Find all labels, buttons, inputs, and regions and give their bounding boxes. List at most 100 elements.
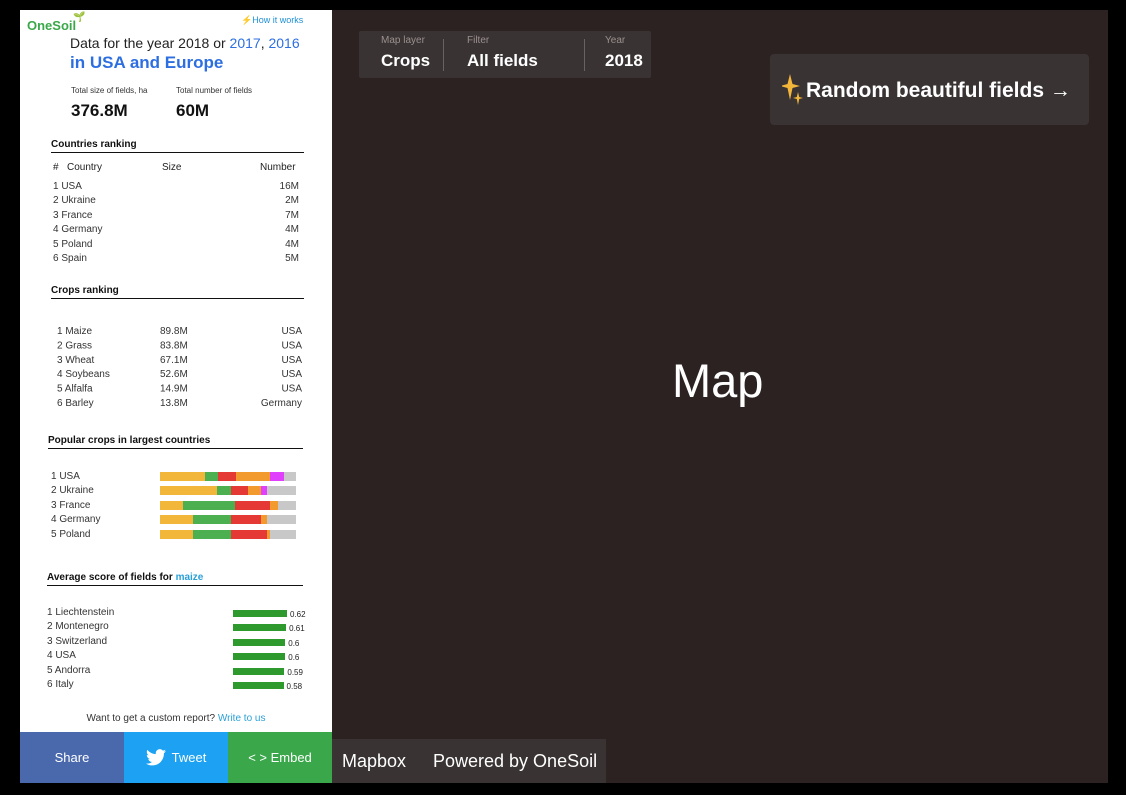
- subheadline: in USA and Europe: [70, 53, 224, 72]
- year-2016-link[interactable]: 2016: [268, 35, 299, 51]
- onesoil-logo[interactable]: OneSoil 🌱: [27, 12, 85, 33]
- sidebar: OneSoil 🌱 ⚡How it works Data for the yea…: [20, 10, 332, 783]
- total-size-label: Total size of fields, ha: [71, 86, 148, 95]
- country-name: 1 USA: [53, 181, 82, 192]
- crop-share-bar: [160, 486, 296, 496]
- total-count-label: Total number of fields: [176, 86, 253, 95]
- crop-share-bar: [160, 472, 296, 481]
- list-item[interactable]: 4 USA: [47, 650, 247, 664]
- list-item[interactable]: 3 Switzerland: [47, 636, 247, 650]
- year-caption: Year: [605, 35, 626, 46]
- country-name: 2 Montenegro: [47, 621, 109, 633]
- average-score-crop-link[interactable]: maize: [176, 572, 204, 583]
- score-bar: [233, 610, 287, 617]
- sparkle-icon: [782, 74, 803, 105]
- list-item[interactable]: 6 Italy: [47, 679, 247, 693]
- score-bar: [233, 638, 286, 646]
- country-name: 4 USA: [47, 650, 76, 662]
- random-fields-label: Random beautiful fields →: [806, 79, 1071, 103]
- country-name: 5 Andorra: [47, 664, 91, 676]
- year-selector[interactable]: Year 2018: [585, 31, 651, 78]
- crop-name: 4 Soybeans: [57, 369, 110, 381]
- table-row[interactable]: 4 Germany 4M: [53, 224, 299, 238]
- table-row[interactable]: 4 Soybeans 52.6M USA: [57, 369, 302, 383]
- headline-prefix: Data for the year 2018 or: [70, 35, 230, 51]
- filter-selector[interactable]: Filter All fields: [444, 31, 584, 78]
- table-row[interactable]: 3 Wheat 67.1M USA: [57, 355, 302, 369]
- score-bar: [233, 682, 284, 689]
- crop-size: 14.9M: [160, 383, 188, 395]
- crop-share-segment: [260, 486, 268, 496]
- crop-share-segment: [267, 515, 296, 525]
- col-country-header: Country: [67, 162, 103, 173]
- crop-share-segment: [236, 472, 271, 481]
- crop-share-segment: [278, 500, 296, 510]
- table-row[interactable]: 2 Grass 83.8M USA: [57, 340, 302, 354]
- table-row[interactable]: 5 Poland 4M: [53, 239, 299, 253]
- crop-share-segment: [160, 529, 193, 539]
- mapbox-attribution-link[interactable]: Mapbox: [342, 751, 406, 772]
- country-name: 4 Germany: [51, 514, 101, 526]
- table-row[interactable]: 6 Spain 5M: [53, 253, 299, 267]
- crop-country: Germany: [260, 398, 302, 409]
- crop-share-segment: [267, 486, 296, 496]
- year-2017-link[interactable]: 2017: [230, 35, 261, 51]
- crop-share-segment: [160, 500, 184, 510]
- crop-size: 67.1M: [160, 354, 188, 366]
- list-item[interactable]: 2 Montenegro: [47, 621, 247, 635]
- share-button[interactable]: Share: [20, 732, 124, 783]
- custom-report-text: Want to get a custom report? Write to us: [20, 713, 332, 724]
- embed-button[interactable]: < > Embed: [228, 732, 332, 783]
- table-row[interactable]: 1 Maize 89.8M USA: [57, 326, 302, 340]
- crop-share-bar: [160, 500, 296, 510]
- country-name: 2 Ukraine: [51, 485, 94, 497]
- country-number: 4M: [285, 224, 299, 236]
- country-number: 4M: [285, 238, 299, 250]
- custom-report-label: Want to get a custom report?: [86, 713, 218, 724]
- crop-share-segment: [248, 486, 261, 496]
- score-bar: [233, 653, 286, 661]
- countries-ranking-title: Countries ranking: [51, 139, 304, 153]
- map-layer-selector[interactable]: Map layer Crops: [359, 31, 443, 78]
- country-name: 3 France: [51, 499, 91, 511]
- onesoil-attribution-link[interactable]: Powered by OneSoil: [433, 751, 597, 772]
- crop-share-segment: [230, 486, 249, 496]
- app-frame: OneSoil 🌱 ⚡How it works Data for the yea…: [20, 10, 1108, 783]
- country-name: 2 Ukraine: [53, 195, 96, 207]
- list-item[interactable]: 5 Andorra: [47, 665, 247, 679]
- map-canvas[interactable]: Map Map layer Crops Filter All fields Ye…: [332, 10, 1108, 783]
- filter-value: All fields: [467, 51, 538, 70]
- score-value: 0.59: [287, 667, 303, 677]
- crop-share-segment: [270, 500, 279, 510]
- score-value: 0.61: [289, 624, 305, 634]
- table-row[interactable]: 6 Barley 13.8M Germany: [57, 398, 302, 412]
- random-fields-button[interactable]: Random beautiful fields →: [770, 54, 1089, 125]
- crop-share-segment: [230, 529, 268, 539]
- crop-share-segment: [218, 472, 237, 481]
- table-row[interactable]: 2 Ukraine 2M: [53, 195, 299, 209]
- country-name: 5 Poland: [51, 528, 91, 540]
- write-to-us-link[interactable]: Write to us: [218, 713, 266, 724]
- year-value: 2018: [605, 51, 643, 70]
- country-number: 2M: [285, 195, 299, 207]
- country-name: 6 Spain: [53, 253, 87, 264]
- tweet-label: Tweet: [171, 750, 207, 765]
- list-item[interactable]: 1 Liechtenstein: [47, 607, 247, 621]
- map-attribution: Mapbox Powered by OneSoil: [332, 739, 606, 783]
- crop-share-segment: [160, 515, 193, 525]
- crop-country: USA: [281, 369, 302, 381]
- table-row[interactable]: 5 Alfalfa 14.9M USA: [57, 384, 302, 398]
- table-row[interactable]: 1 USA 16M: [53, 181, 299, 195]
- crop-share-segment: [183, 500, 235, 510]
- col-size-header: Size: [162, 162, 182, 173]
- crop-share-segment: [160, 472, 205, 481]
- how-it-works-link[interactable]: ⚡How it works: [241, 15, 303, 26]
- share-label: Share: [54, 750, 90, 765]
- crop-share-segment: [204, 472, 219, 481]
- tweet-button[interactable]: Tweet: [124, 732, 228, 783]
- total-count-value: 60M: [176, 101, 210, 120]
- table-row[interactable]: 3 France 7M: [53, 210, 299, 224]
- crop-share-bar: [160, 515, 296, 525]
- score-value: 0.62: [290, 610, 306, 619]
- country-name: 1 USA: [51, 471, 80, 482]
